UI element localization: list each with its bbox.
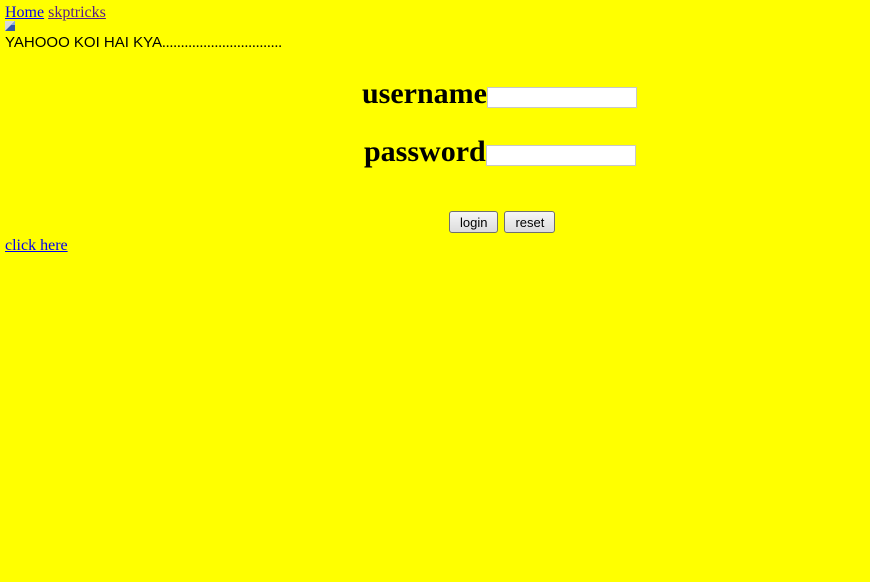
marquee-message: YAHOOO KOI HAI KYA <box>5 34 162 51</box>
skptricks-link[interactable]: skptricks <box>48 4 106 21</box>
username-input[interactable] <box>486 86 637 108</box>
username-row: username <box>362 77 637 111</box>
home-link[interactable]: Home <box>5 4 44 21</box>
password-input[interactable] <box>485 144 636 166</box>
broken-image-icon <box>5 21 15 31</box>
top-nav: Home skptricks <box>5 4 106 22</box>
password-row: password <box>364 135 636 169</box>
click-here-link[interactable]: click here <box>5 237 68 255</box>
marquee-text: YAHOOO KOI HAI KYA......................… <box>5 34 282 52</box>
reset-button[interactable]: reset <box>504 211 556 233</box>
form-buttons: login reset <box>449 211 556 233</box>
login-button[interactable]: login <box>449 211 499 233</box>
marquee-dots: ................................ <box>161 35 282 51</box>
username-label: username <box>362 77 487 110</box>
password-label: password <box>364 135 486 168</box>
page: Home skptricks YAHOOO KOI HAI KYA.......… <box>0 0 870 582</box>
